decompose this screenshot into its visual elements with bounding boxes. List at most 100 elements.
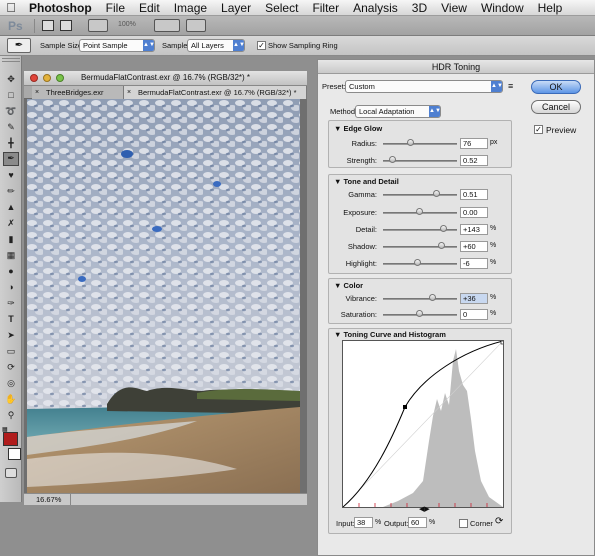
dodge-tool-icon[interactable]: ◑ — [4, 282, 18, 293]
close-tab-icon[interactable]: × — [35, 86, 39, 99]
tab-bermudaflatcontrast[interactable]: × BermudaFlatContrast.exr @ 16.7% (RGB/3… — [124, 86, 307, 99]
menu-edit[interactable]: Edit — [132, 1, 167, 15]
type-tool-icon[interactable]: T — [4, 314, 18, 325]
input-label: Input: — [336, 519, 355, 528]
gradient-tool-icon[interactable]: ▦ — [4, 250, 18, 261]
edge-glow-toggle[interactable]: ▼ Edge Glow — [334, 124, 382, 133]
document-tabs: × ThreeBridges.exr × BermudaFlatContrast… — [24, 86, 307, 99]
gamma-slider-thumb[interactable] — [433, 190, 441, 197]
preview-checkbox[interactable]: ✓ — [534, 125, 543, 134]
crop-tool-icon[interactable]: ╋ — [4, 138, 18, 149]
apple-menu-icon[interactable]:  — [0, 0, 22, 15]
menu-select[interactable]: Select — [258, 1, 305, 15]
menu-view[interactable]: View — [434, 1, 474, 15]
input-field[interactable]: 38 — [354, 517, 373, 528]
close-tab-icon[interactable]: × — [127, 86, 131, 99]
zoom-percentage[interactable]: 16.67% — [36, 495, 61, 504]
view-extras-icon[interactable] — [88, 19, 108, 32]
blur-tool-icon[interactable]: ● — [4, 266, 18, 277]
method-value: Local Adaptation — [359, 107, 415, 116]
shape-tool-icon[interactable]: ▭ — [4, 346, 18, 357]
3d-rotate-tool-icon[interactable]: ⟳ — [4, 362, 18, 373]
document-canvas-image[interactable] — [27, 99, 300, 494]
3d-orbit-tool-icon[interactable]: ◎ — [4, 378, 18, 389]
cancel-button[interactable]: Cancel — [531, 100, 581, 114]
detail-input[interactable]: +143 — [460, 224, 488, 235]
marquee-tool-icon[interactable]: □ — [4, 90, 18, 101]
lasso-tool-icon[interactable]: ➰ — [4, 106, 18, 117]
show-sampling-ring-checkbox[interactable]: ✓ — [257, 41, 266, 50]
arrange-documents-icon[interactable] — [154, 19, 180, 32]
curve-endpoint[interactable] — [500, 340, 505, 345]
zoom-level[interactable]: 100% — [118, 21, 136, 28]
background-color-swatch[interactable] — [8, 448, 21, 460]
vibrance-slider[interactable] — [383, 298, 457, 300]
radius-unit: px — [490, 139, 498, 146]
menu-app-name[interactable]: Photoshop — [22, 1, 99, 15]
shadow-slider[interactable] — [383, 246, 457, 248]
histogram-slider-icon[interactable]: ◀▶ — [419, 505, 430, 513]
strength-label: Strength: — [346, 156, 377, 165]
strength-slider-thumb[interactable] — [388, 156, 396, 163]
panel-grip-icon[interactable] — [2, 58, 20, 62]
preset-select[interactable]: Custom ▲▼ — [345, 80, 503, 93]
history-brush-tool-icon[interactable]: ✗ — [4, 218, 18, 229]
menu-image[interactable]: Image — [167, 1, 214, 15]
highlight-input[interactable]: -6 — [460, 258, 488, 269]
path-selection-tool-icon[interactable]: ➤ — [4, 330, 18, 341]
saturation-input[interactable]: 0 — [460, 309, 488, 320]
menu-layer[interactable]: Layer — [214, 1, 258, 15]
eyedropper-preset-icon[interactable]: ✒ — [7, 38, 31, 53]
vibrance-input[interactable]: +36 — [460, 293, 488, 304]
saturation-unit: % — [490, 310, 497, 317]
preset-options-icon[interactable]: ≡ — [508, 81, 513, 91]
launch-bridge-icon[interactable] — [42, 20, 54, 31]
menu-filter[interactable]: Filter — [305, 1, 346, 15]
hand-tool-icon[interactable]: ✋ — [4, 394, 18, 405]
corner-checkbox[interactable] — [459, 519, 468, 528]
reset-curve-icon[interactable]: ⟳ — [495, 516, 503, 527]
output-field[interactable]: 60 — [408, 517, 427, 528]
document-title: BermudaFlatContrast.exr @ 16.7% (RGB/32*… — [80, 73, 251, 82]
hdr-landscape-image — [27, 99, 300, 494]
quick-select-tool-icon[interactable]: ✎ — [4, 122, 18, 133]
menu-3d[interactable]: 3D — [405, 1, 434, 15]
gamma-slider[interactable] — [383, 194, 457, 196]
toning-curve-editor[interactable] — [342, 340, 505, 508]
sample-size-select[interactable]: Point Sample ▲▼ — [79, 39, 155, 52]
menu-analysis[interactable]: Analysis — [346, 1, 405, 15]
curve-point[interactable] — [403, 405, 407, 409]
toning-curve-toggle[interactable]: ▼ Toning Curve and Histogram — [334, 330, 446, 339]
pen-tool-icon[interactable]: ✑ — [4, 298, 18, 309]
color-toggle[interactable]: ▼ Color — [334, 281, 363, 290]
foreground-color-swatch[interactable] — [3, 432, 18, 446]
eyedropper-tool-icon[interactable]: ✒ — [3, 152, 19, 166]
zoom-tool-icon[interactable]: ⚲ — [4, 410, 18, 421]
move-tool-icon[interactable]: ✥ — [4, 74, 18, 85]
saturation-slider-thumb[interactable] — [416, 310, 423, 317]
exposure-slider-thumb[interactable] — [416, 208, 423, 215]
method-select[interactable]: Local Adaptation ▲▼ — [355, 105, 441, 118]
highlight-slider-thumb[interactable] — [413, 259, 421, 266]
shadow-input[interactable]: +60 — [460, 241, 488, 252]
ok-button[interactable]: OK — [531, 80, 581, 94]
exposure-input[interactable]: 0.00 — [460, 207, 488, 218]
sample-select[interactable]: All Layers ▲▼ — [187, 39, 245, 52]
menu-file[interactable]: File — [99, 1, 132, 15]
strength-input[interactable]: 0.52 — [460, 155, 488, 166]
radius-slider[interactable] — [383, 143, 457, 145]
tone-and-detail-toggle[interactable]: ▼ Tone and Detail — [334, 177, 399, 186]
eraser-tool-icon[interactable]: ▮ — [4, 234, 18, 245]
brush-tool-icon[interactable]: ✏ — [4, 186, 18, 197]
screen-mode-icon[interactable] — [186, 19, 206, 32]
clone-stamp-tool-icon[interactable]: ▲ — [4, 202, 18, 213]
toning-curve-histogram[interactable] — [342, 340, 505, 508]
radius-input[interactable]: 76 — [460, 138, 488, 149]
gamma-input[interactable]: 0.51 — [460, 189, 488, 200]
menu-help[interactable]: Help — [531, 1, 570, 15]
healing-brush-tool-icon[interactable]: ♥ — [4, 170, 18, 181]
launch-mini-bridge-icon[interactable] — [60, 20, 72, 31]
tab-threebridges[interactable]: × ThreeBridges.exr — [32, 86, 124, 99]
menu-window[interactable]: Window — [474, 1, 531, 15]
quick-mask-icon[interactable] — [5, 468, 17, 478]
